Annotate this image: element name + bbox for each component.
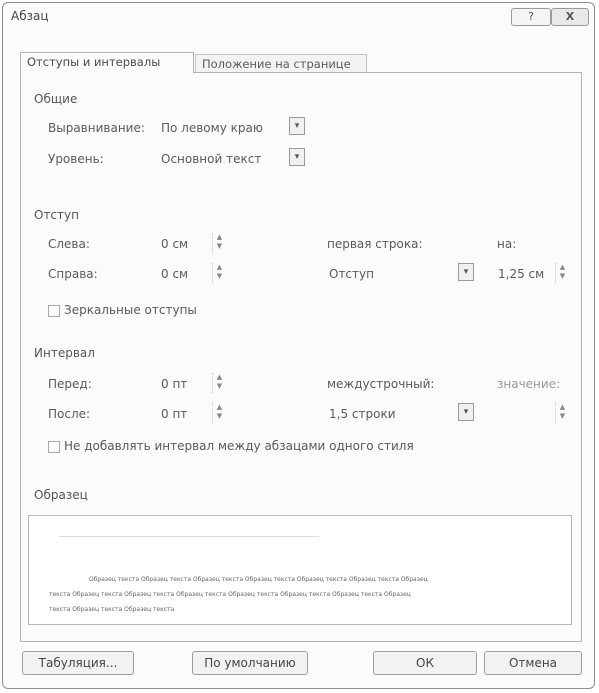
general-section-label: Общие <box>34 92 78 106</box>
before-spinner-icon[interactable]: ▲ ▼ <box>212 373 226 393</box>
left-indent-field[interactable]: 0 см <box>156 234 202 254</box>
after-spinner-icon[interactable]: ▲ ▼ <box>212 403 226 423</box>
no-space-label: Не добавлять интервал между абзацами одн… <box>64 439 414 453</box>
alignment-combo[interactable]: По левому краю <box>156 118 286 138</box>
by-value: 1,25 см <box>498 267 545 281</box>
preview-section-label: Образец <box>34 488 88 502</box>
level-label: Уровень: <box>48 152 104 166</box>
value-spinner-icon[interactable]: ▲ ▼ <box>555 403 569 423</box>
left-indent-label: Слева: <box>48 237 90 251</box>
preview-box: Образец текста Образец текста Образец те… <box>28 515 572 625</box>
line-spacing-dropdown-icon[interactable]: ▾ <box>458 403 474 421</box>
line-spacing-value: 1,5 строки <box>329 407 396 421</box>
tab-indents-spacing[interactable]: Отступы и интервалы <box>20 52 194 73</box>
after-field[interactable]: 0 пт <box>156 404 202 424</box>
value-field[interactable] <box>493 404 551 424</box>
right-indent-spinner-icon[interactable]: ▲ ▼ <box>212 263 226 283</box>
by-field[interactable]: 1,25 см <box>493 264 551 284</box>
line-spacing-combo[interactable]: 1,5 строки <box>324 404 456 424</box>
first-line-label: первая строка: <box>327 237 423 251</box>
after-label: После: <box>48 407 91 421</box>
first-line-dropdown-icon[interactable]: ▾ <box>458 263 474 281</box>
right-indent-label: Справа: <box>48 267 98 281</box>
by-spinner-icon[interactable]: ▲ ▼ <box>555 263 569 283</box>
preview-line-1: Образец текста Образец текста Образец те… <box>89 576 428 583</box>
cancel-button[interactable]: Отмена <box>484 651 582 675</box>
preview-line-3: текста Образец текста Образец текста <box>49 606 175 613</box>
preview-line-2: текста Образец текста Образец текста Обр… <box>49 591 411 598</box>
right-indent-field[interactable]: 0 см <box>156 264 202 284</box>
spacing-section-label: Интервал <box>34 346 95 360</box>
ok-button[interactable]: ОК <box>373 651 477 675</box>
tab-line-page-breaks[interactable]: Положение на странице <box>195 54 367 73</box>
close-button[interactable]: X <box>551 8 589 26</box>
by-label: на: <box>497 237 517 251</box>
help-button[interactable]: ? <box>511 8 551 26</box>
level-combo[interactable]: Основной текст <box>156 149 286 169</box>
level-value: Основной текст <box>161 152 262 166</box>
no-space-checkbox[interactable] <box>48 441 60 453</box>
mirror-indents-label: Зеркальные отступы <box>64 303 197 317</box>
right-indent-value: 0 см <box>161 267 189 281</box>
before-value: 0 пт <box>161 377 188 391</box>
line-spacing-label: междустрочный: <box>327 377 435 391</box>
dialog-title: Абзац <box>11 9 49 23</box>
preview-prev-paragraph-line <box>59 536 319 537</box>
value-label: значение: <box>497 377 561 391</box>
mirror-indents-checkbox[interactable] <box>48 305 60 317</box>
after-value: 0 пт <box>161 407 188 421</box>
level-dropdown-icon[interactable]: ▾ <box>289 148 305 166</box>
set-default-button[interactable]: По умолчанию <box>192 651 308 675</box>
alignment-label: Выравнивание: <box>48 121 145 135</box>
before-field[interactable]: 0 пт <box>156 374 202 394</box>
alignment-value: По левому краю <box>161 121 263 135</box>
first-line-combo[interactable]: Отступ <box>324 264 456 284</box>
tabs-button[interactable]: Табуляция... <box>22 651 134 675</box>
before-label: Перед: <box>48 377 92 391</box>
alignment-dropdown-icon[interactable]: ▾ <box>289 117 305 135</box>
left-indent-value: 0 см <box>161 237 189 251</box>
first-line-value: Отступ <box>329 267 374 281</box>
indent-section-label: Отступ <box>34 208 79 222</box>
left-indent-spinner-icon[interactable]: ▲ ▼ <box>212 233 226 253</box>
